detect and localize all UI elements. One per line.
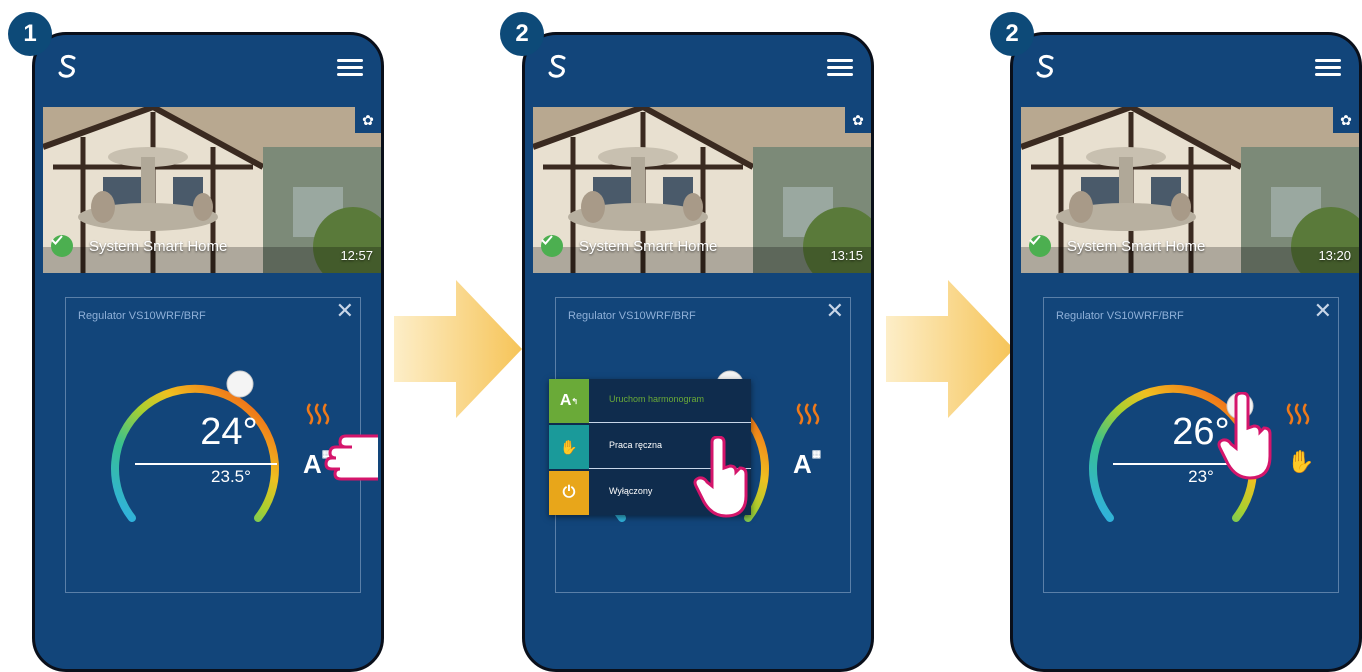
status-check-icon — [1029, 235, 1051, 257]
phone-screen-2a: ✿ System Smart Home 13:15 Regulator VS10… — [522, 32, 874, 672]
hamburger-menu-icon[interactable] — [337, 59, 363, 77]
close-icon[interactable]: ✕ — [1314, 300, 1332, 322]
app-logo-icon — [58, 54, 76, 78]
home-name: System Smart Home — [579, 238, 718, 255]
clock-time: 12:57 — [340, 248, 373, 263]
clock-time: 13:20 — [1318, 248, 1351, 263]
settings-gear-icon[interactable]: ✿ — [355, 107, 381, 133]
power-icon: ⏻ — [549, 471, 589, 515]
temperature-gauge[interactable] — [90, 358, 290, 558]
home-photo: ✿ System Smart Home 13:15 — [533, 107, 871, 273]
temperature-divider — [135, 463, 277, 465]
schedule-mode-icon[interactable]: A▦ — [793, 449, 821, 480]
current-temperature: 23.5° — [211, 467, 251, 486]
mode-label: Praca ręczna — [609, 440, 663, 450]
settings-gear-icon[interactable]: ✿ — [1333, 107, 1359, 133]
step-arrow-icon — [394, 280, 522, 418]
device-title: Regulator VS10WRF/BRF — [1056, 310, 1184, 322]
home-name: System Smart Home — [89, 238, 228, 255]
app-logo-icon — [548, 54, 566, 78]
app-logo-icon — [1036, 54, 1054, 78]
clock-time: 13:15 — [830, 248, 863, 263]
manual-mode-hand-icon[interactable]: ✋ — [1287, 449, 1314, 475]
home-photo: ✿ System Smart Home 13:20 — [1021, 107, 1359, 273]
mode-option-schedule[interactable]: A ↰ Uruchom harmonogram — [549, 379, 751, 423]
phone-screen-1: ✿ System Smart Home 12:57 Regulator VS10… — [32, 32, 384, 672]
status-check-icon — [541, 235, 563, 257]
step-badge-1: 1 — [8, 12, 52, 56]
step-badge-2b: 2 — [990, 12, 1034, 56]
phone-screen-2b: ✿ System Smart Home 13:20 Regulator VS10… — [1010, 32, 1362, 672]
gauge-knob — [226, 370, 254, 398]
pointer-hand-icon — [693, 436, 748, 518]
device-title: Regulator VS10WRF/BRF — [568, 310, 696, 322]
close-icon[interactable]: ✕ — [826, 300, 844, 322]
hamburger-menu-icon[interactable] — [1315, 59, 1341, 77]
home-photo: ✿ System Smart Home 12:57 — [43, 107, 381, 273]
device-title: Regulator VS10WRF/BRF — [78, 310, 206, 322]
status-check-icon — [51, 235, 73, 257]
pointer-hand-icon — [1217, 392, 1272, 480]
close-icon[interactable]: ✕ — [336, 300, 354, 322]
heating-icon — [1286, 403, 1310, 425]
step-arrow-icon — [886, 280, 1014, 418]
settings-gear-icon[interactable]: ✿ — [845, 107, 871, 133]
mode-label: Wyłączony — [609, 486, 653, 496]
step-badge-2a: 2 — [500, 12, 544, 56]
mode-label: Uruchom harmonogram — [609, 394, 705, 404]
heating-icon — [796, 403, 820, 425]
hamburger-menu-icon[interactable] — [827, 59, 853, 77]
set-temperature: 24° — [200, 411, 258, 453]
home-name: System Smart Home — [1067, 238, 1206, 255]
pointer-hand-icon — [324, 434, 378, 481]
hand-icon: ✋ — [549, 425, 589, 469]
schedule-auto-icon: A ↰ — [549, 379, 589, 423]
